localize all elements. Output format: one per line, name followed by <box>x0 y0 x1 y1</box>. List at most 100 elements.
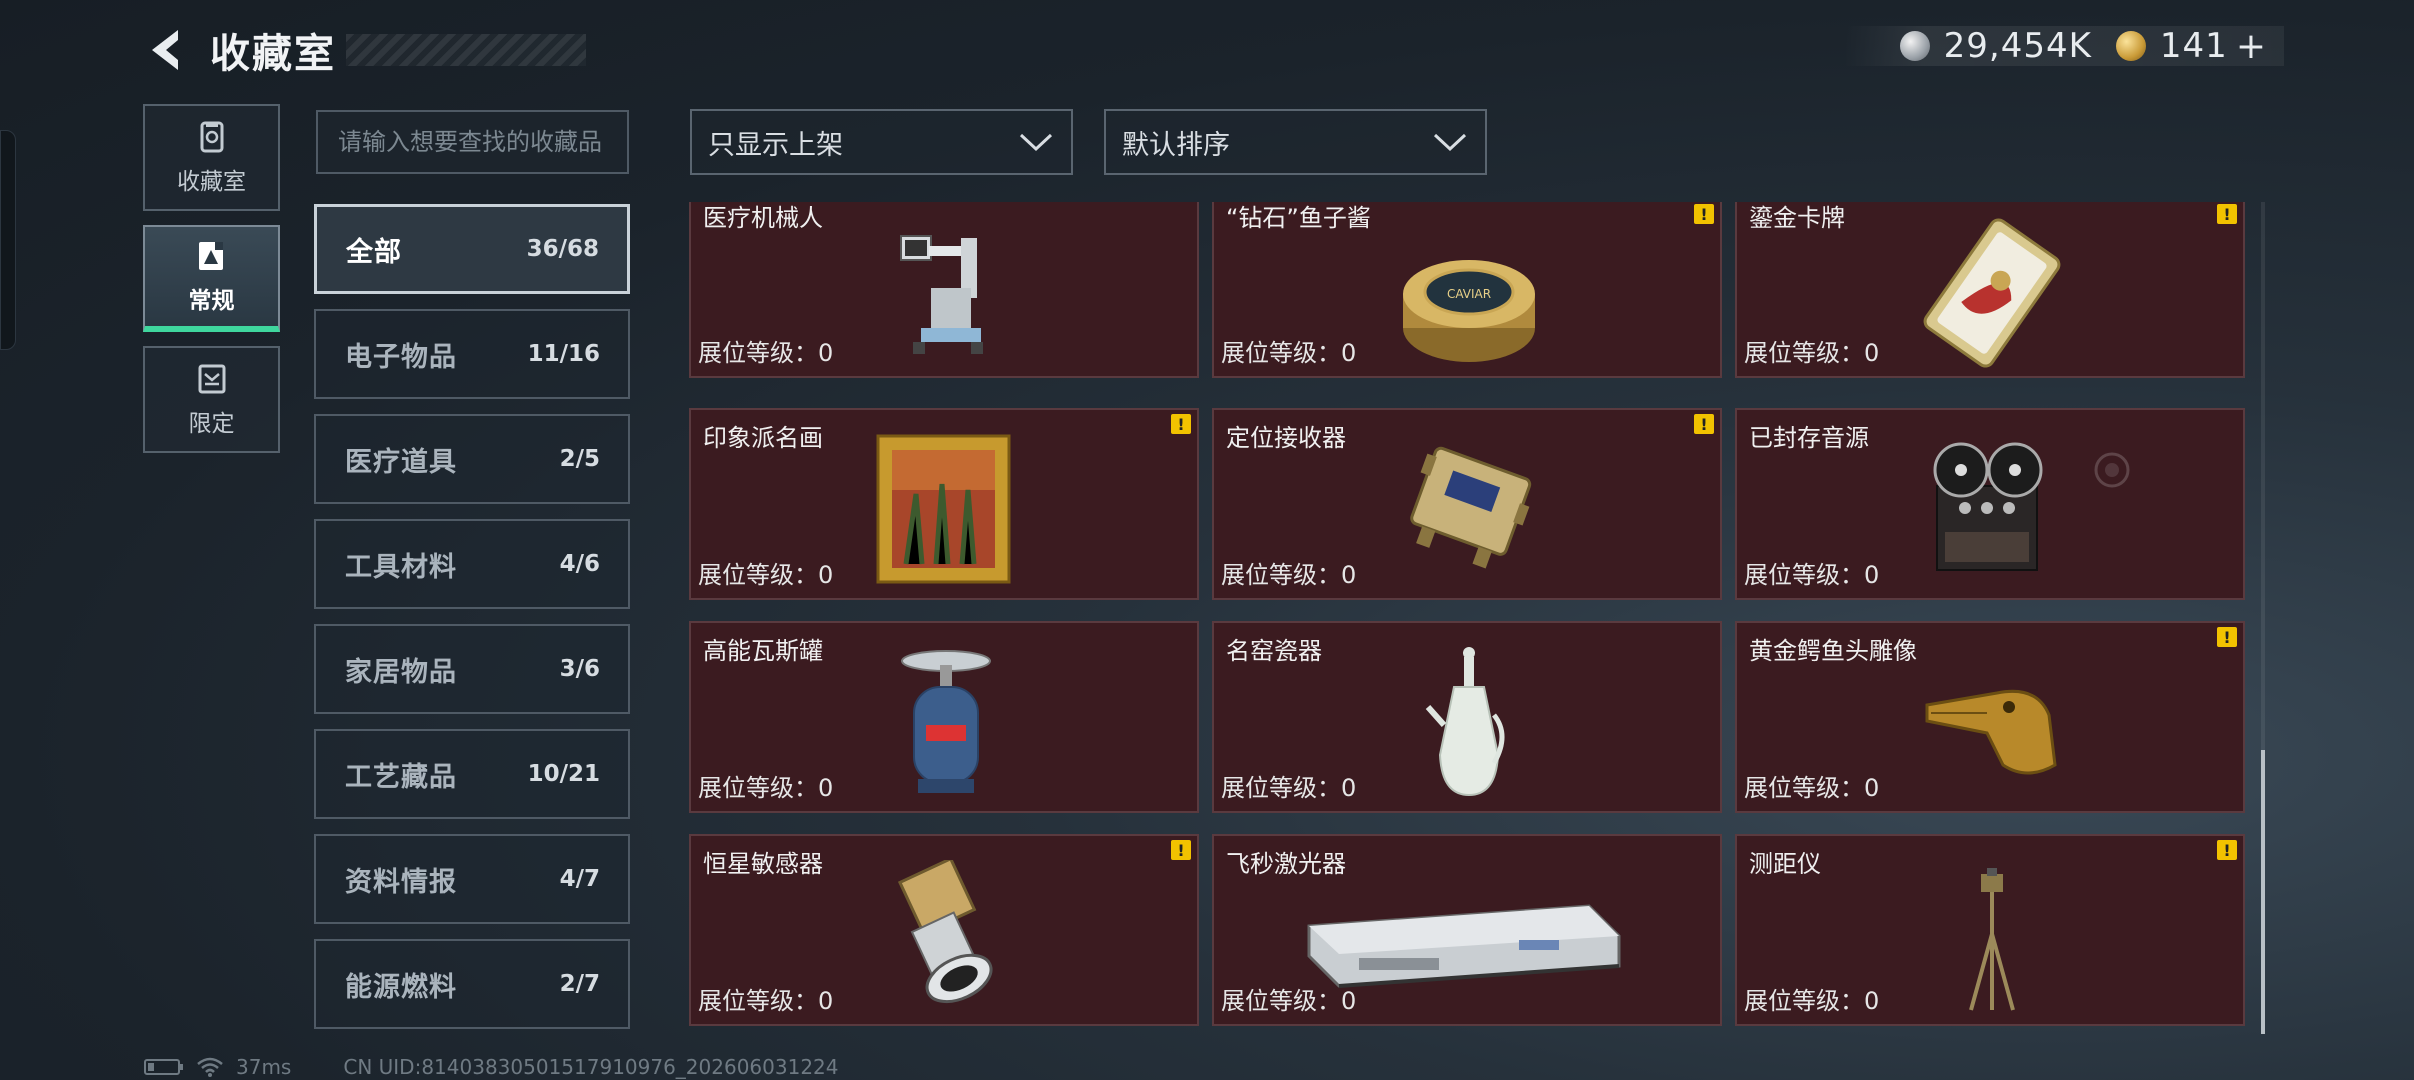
item-name: 医疗机械人 <box>703 204 823 232</box>
item-card[interactable]: “钻石”鱼子酱 ! CAVIAR 展位等级：0 <box>1212 202 1722 378</box>
item-card[interactable]: 定位接收器 ! 展位等级：0 <box>1212 408 1722 600</box>
category-name: 全部 <box>346 236 402 268</box>
shelf-level: 展位等级：0 <box>698 774 834 802</box>
caviar-tin-icon: CAVIAR <box>1403 260 1535 362</box>
item-name: “钻石”鱼子酱 <box>1226 204 1371 232</box>
chevron-down-icon <box>1433 133 1467 152</box>
shelf-level: 展位等级：0 <box>1221 987 1357 1015</box>
sort-value: 默认排序 <box>1122 129 1230 161</box>
shelf-level: 展位等级：0 <box>698 339 834 367</box>
regular-icon <box>195 239 229 273</box>
silver-balance: 29,454K <box>1943 26 2092 66</box>
item-card[interactable]: 飞秒激光器 展位等级：0 <box>1212 834 1722 1026</box>
grid-scrollbar[interactable] <box>2261 202 2265 1034</box>
category-count: 10/21 <box>527 761 600 787</box>
nav-label: 收藏室 <box>177 168 246 195</box>
warning-badge-icon: ! <box>2217 627 2237 647</box>
collectible-grid: 医疗机械人 展位等级：0 “钻石”鱼子酱 ! CAVIAR 展位等级：0 鎏金卡… <box>689 202 2245 1034</box>
status-bar: 37ms CN UID:8140383050151791097​6_202606… <box>144 1055 839 1079</box>
golden-crocodile-icon <box>1925 689 2057 775</box>
category-list: 全部 36/68 电子物品 11/16 医疗道具 2/5 工具材料 4/6 家居… <box>314 204 630 1044</box>
item-card[interactable]: 恒星敏感器 ! 展位等级：0 <box>689 834 1199 1026</box>
category-count: 2/5 <box>559 446 600 472</box>
category-name: 能源燃料 <box>345 971 457 1003</box>
category-all[interactable]: 全部 36/68 <box>314 204 630 294</box>
back-button[interactable] <box>140 18 190 82</box>
warning-badge-icon: ! <box>1171 840 1191 860</box>
category-medical[interactable]: 医疗道具 2/5 <box>314 414 630 504</box>
edge-handle[interactable] <box>0 130 16 350</box>
femtosecond-laser-icon <box>1307 904 1621 988</box>
medical-robot-icon <box>900 235 983 354</box>
category-name: 工艺藏品 <box>345 761 457 793</box>
currency-bar: 29,454K 141 + <box>1843 26 2284 67</box>
item-card[interactable]: 印象派名画 ! 展位等级：0 <box>689 408 1199 600</box>
warning-badge-icon: ! <box>1694 204 1714 224</box>
shelf-level: 展位等级：0 <box>1744 561 1880 589</box>
shelf-level: 展位等级：0 <box>698 561 834 589</box>
rangefinder-tripod-icon <box>1969 868 2015 1011</box>
category-count: 36/68 <box>526 236 599 262</box>
warning-badge-icon: ! <box>2217 840 2237 860</box>
gas-canister-icon <box>901 650 991 793</box>
shelf-level: 展位等级：0 <box>698 987 834 1015</box>
item-card[interactable]: 高能瓦斯罐 展位等级：0 <box>689 621 1199 813</box>
category-count: 4/6 <box>559 551 600 577</box>
shelf-filter-dropdown[interactable]: 只显示上架 <box>690 109 1073 175</box>
silver-coin-icon <box>1899 31 1930 61</box>
header: 收藏室 <box>140 18 586 82</box>
warning-badge-icon: ! <box>2217 204 2237 224</box>
category-name: 工具材料 <box>345 551 457 583</box>
star-sensor-icon <box>897 860 993 1004</box>
sort-dropdown[interactable]: 默认排序 <box>1104 109 1487 175</box>
category-intel[interactable]: 资料情报 4/7 <box>314 834 630 924</box>
item-name: 飞秒激光器 <box>1226 850 1346 878</box>
warning-badge-icon: ! <box>1171 414 1191 434</box>
shelf-level: 展位等级：0 <box>1221 561 1357 589</box>
porcelain-ewer-icon <box>1425 647 1505 797</box>
scrollbar-thumb[interactable] <box>2261 750 2265 1034</box>
category-crafts[interactable]: 工艺藏品 10/21 <box>314 729 630 819</box>
category-name: 电子物品 <box>345 341 457 373</box>
item-card[interactable]: 黄金鳄鱼头雕像 ! 展位等级：0 <box>1735 621 2245 813</box>
wifi-icon <box>197 1057 223 1077</box>
item-name: 高能瓦斯罐 <box>703 637 823 665</box>
nav-label: 常规 <box>188 287 235 314</box>
battery-icon <box>144 1059 183 1075</box>
item-card[interactable]: 医疗机械人 展位等级：0 <box>689 202 1199 378</box>
gold-balance: 141 <box>2159 26 2228 66</box>
item-card[interactable]: 测距仪 ! 展位等级：0 <box>1735 834 2245 1026</box>
category-tools[interactable]: 工具材料 4/6 <box>314 519 630 609</box>
shelf-level: 展位等级：0 <box>1221 774 1357 802</box>
category-count: 4/7 <box>559 866 600 892</box>
reel-recorder-icon <box>1933 442 2043 571</box>
shelf-level: 展位等级：0 <box>1221 339 1357 367</box>
category-count: 3/6 <box>559 656 600 682</box>
item-card[interactable]: 已封存音源 展位等级：0 <box>1735 408 2245 600</box>
item-name: 测距仪 <box>1749 850 1821 878</box>
add-currency-button[interactable]: + <box>2236 26 2266 67</box>
shelf-level: 展位等级：0 <box>1744 774 1880 802</box>
category-household[interactable]: 家居物品 3/6 <box>314 624 630 714</box>
item-name: 恒星敏感器 <box>703 850 823 878</box>
vault-icon <box>195 120 229 154</box>
category-electronics[interactable]: 电子物品 11/16 <box>314 309 630 399</box>
nav-item-vault[interactable]: 收藏室 <box>143 104 280 211</box>
search-input[interactable] <box>338 128 627 156</box>
category-count: 11/16 <box>527 341 600 367</box>
category-name: 资料情报 <box>345 866 457 898</box>
title-decoration <box>346 34 586 66</box>
category-energy[interactable]: 能源燃料 2/7 <box>314 939 630 1029</box>
item-card[interactable]: 名窑瓷器 展位等级：0 <box>1212 621 1722 813</box>
ping-readout: 37ms <box>236 1055 292 1079</box>
item-name: 定位接收器 <box>1226 424 1346 452</box>
warning-badge-icon: ! <box>1694 414 1714 434</box>
nav-item-regular[interactable]: 常规 <box>143 225 280 332</box>
search-box[interactable] <box>316 110 629 174</box>
nav-item-limited[interactable]: 限定 <box>143 346 280 453</box>
locator-receiver-icon <box>1410 446 1532 569</box>
item-card[interactable]: 鎏金卡牌 ! 展位等级：0 <box>1735 202 2245 378</box>
limited-icon <box>195 362 229 396</box>
gold-coin-icon <box>2115 31 2146 61</box>
item-name: 鎏金卡牌 <box>1749 204 1845 232</box>
